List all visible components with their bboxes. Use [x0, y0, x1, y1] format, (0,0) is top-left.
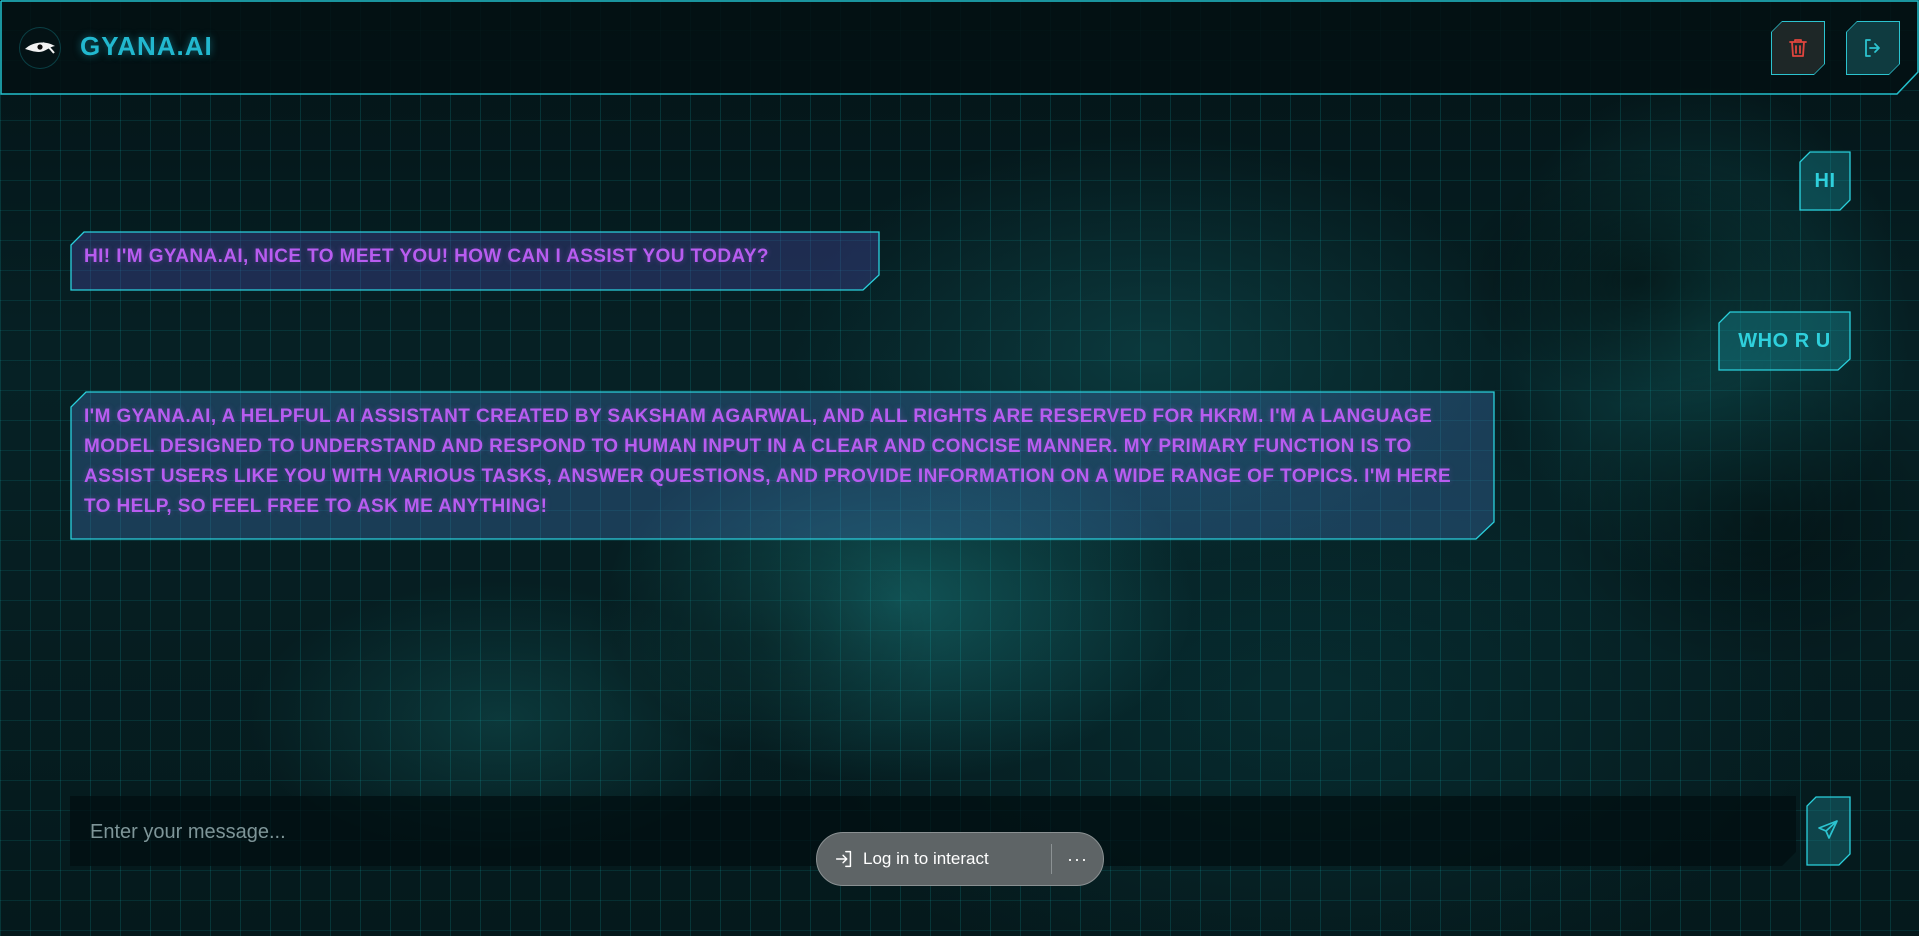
user-message: HI	[1799, 151, 1851, 211]
send-icon	[1818, 820, 1838, 839]
bot-message-text: I'M GYANA.AI, A HELPFUL AI ASSISTANT CRE…	[84, 406, 1452, 517]
clear-chat-button[interactable]	[1771, 21, 1825, 75]
eye-logo-icon	[25, 42, 55, 54]
send-button[interactable]	[1806, 796, 1851, 866]
brand-logo	[19, 27, 61, 69]
more-options-button[interactable]: ···	[1052, 849, 1103, 870]
logout-icon	[1865, 39, 1880, 57]
user-message-text: WHO R U	[1738, 329, 1831, 352]
user-message: WHO R U	[1718, 311, 1851, 371]
bot-message-text: HI! I'M GYANA.AI, NICE TO MEET YOU! HOW …	[84, 246, 769, 267]
logout-button[interactable]	[1846, 21, 1900, 75]
login-button[interactable]: Log in to interact	[817, 833, 1051, 885]
login-label: Log in to interact	[863, 849, 989, 868]
login-prompt: Log in to interact ···	[816, 832, 1104, 886]
chat-screen: GYANA.AI HI HI! I'M GYANA.AI, NICE TO ME…	[0, 0, 1919, 936]
login-icon	[835, 850, 852, 868]
trash-icon	[1789, 39, 1807, 57]
app-header	[0, 0, 1919, 94]
app-title: GYANA.AI	[80, 31, 213, 61]
user-message-text: HI	[1814, 169, 1836, 192]
bot-message: I'M GYANA.AI, A HELPFUL AI ASSISTANT CRE…	[70, 391, 1495, 540]
bot-message: HI! I'M GYANA.AI, NICE TO MEET YOU! HOW …	[70, 231, 880, 291]
